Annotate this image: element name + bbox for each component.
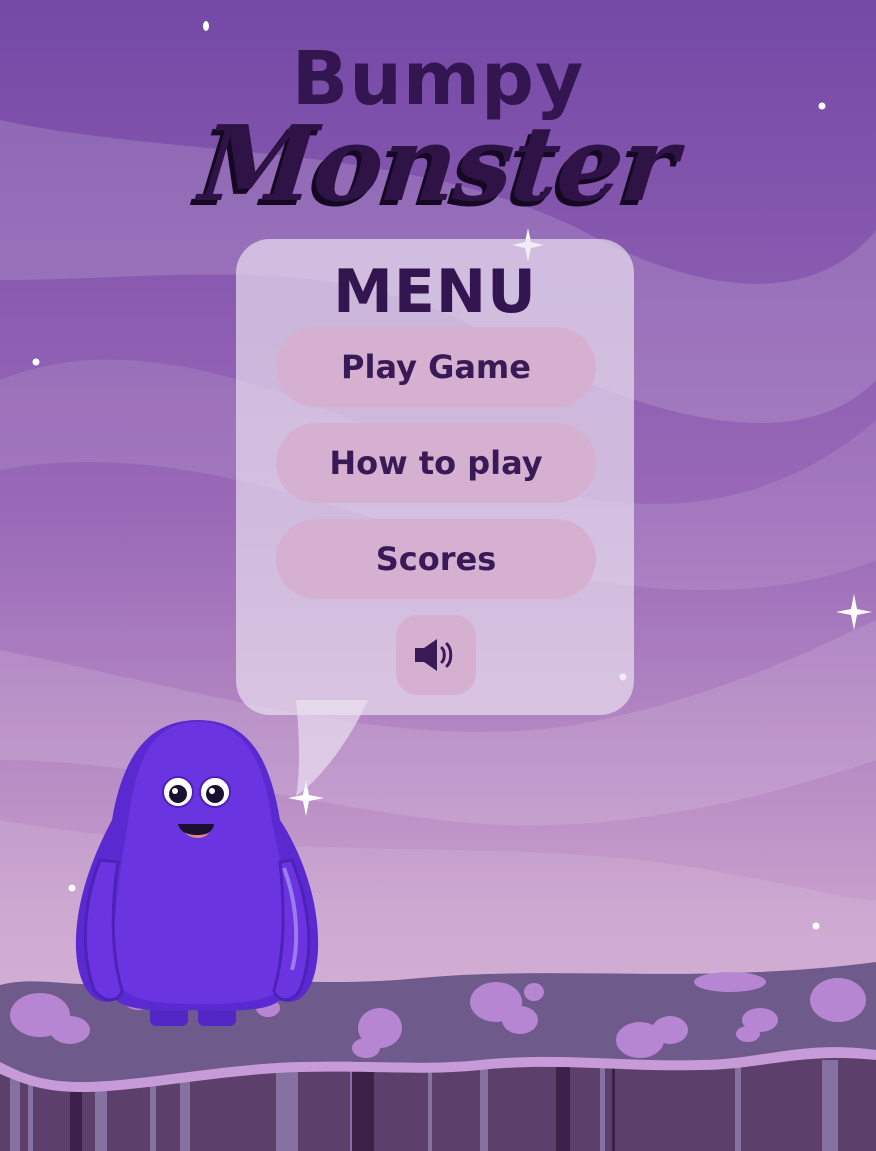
monster-character — [75, 720, 319, 1026]
game-scene: Bumpy Monster MENU Play Game How to play… — [0, 0, 876, 1151]
